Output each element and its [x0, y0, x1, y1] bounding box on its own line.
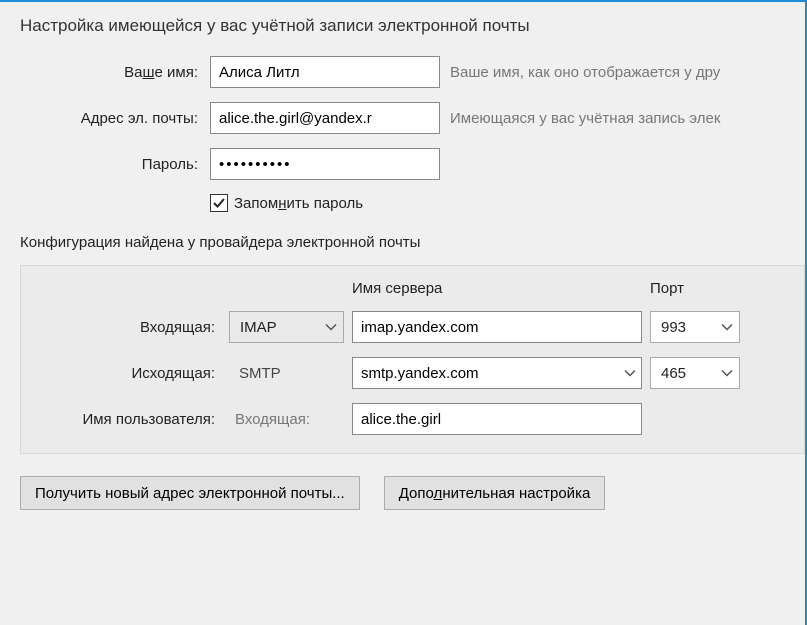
button-row: Получить новый адрес электронной почты..…: [20, 476, 805, 510]
chevron-down-icon: [721, 365, 733, 382]
column-header-port: Порт: [650, 280, 740, 297]
username-label: Имя пользователя:: [21, 411, 221, 428]
password-input[interactable]: [210, 148, 440, 180]
name-label: Ваше имя:: [20, 64, 200, 81]
name-input[interactable]: [210, 56, 440, 88]
incoming-protocol-value: IMAP: [240, 319, 277, 336]
column-header-server: Имя сервера: [352, 280, 642, 297]
incoming-label: Входящая:: [21, 319, 221, 336]
outgoing-server-combo[interactable]: [352, 357, 642, 389]
server-config-panel: Имя сервера Порт Входящая: IMAP 993 Исхо…: [20, 265, 805, 454]
remember-password-label: Запомнить пароль: [234, 195, 363, 212]
outgoing-port-select[interactable]: 465: [650, 357, 740, 389]
email-hint: Имеющаяся у вас учётная запись элек: [450, 110, 805, 127]
username-sublabel: Входящая:: [229, 411, 344, 428]
name-hint: Ваше имя, как оно отображается у дру: [450, 64, 805, 81]
incoming-port-select[interactable]: 993: [650, 311, 740, 343]
email-input[interactable]: [210, 102, 440, 134]
incoming-port-value: 993: [661, 319, 686, 336]
chevron-down-icon: [325, 319, 337, 336]
advanced-settings-button[interactable]: Дополнительная настройка: [384, 476, 606, 510]
get-new-address-button[interactable]: Получить новый адрес электронной почты..…: [20, 476, 360, 510]
remember-password-checkbox[interactable]: [210, 194, 228, 212]
email-account-setup-dialog: Настройка имеющейся у вас учётной записи…: [0, 2, 805, 625]
outgoing-server-input[interactable]: [352, 357, 642, 389]
remember-password-row: Запомнить пароль: [210, 194, 805, 212]
checkmark-icon: [212, 196, 226, 210]
chevron-down-icon: [721, 319, 733, 336]
outgoing-protocol-value: SMTP: [229, 365, 344, 382]
email-label: Адрес эл. почты:: [20, 110, 200, 127]
incoming-server-input[interactable]: [352, 311, 642, 343]
username-input[interactable]: [352, 403, 642, 435]
incoming-protocol-select[interactable]: IMAP: [229, 311, 344, 343]
identity-form: Ваше имя: Ваше имя, как оно отображается…: [20, 56, 805, 212]
outgoing-label: Исходящая:: [21, 365, 221, 382]
password-label: Пароль:: [20, 156, 200, 173]
config-status: Конфигурация найдена у провайдера электр…: [20, 234, 805, 251]
outgoing-port-value: 465: [661, 365, 686, 382]
dialog-title: Настройка имеющейся у вас учётной записи…: [20, 16, 805, 36]
